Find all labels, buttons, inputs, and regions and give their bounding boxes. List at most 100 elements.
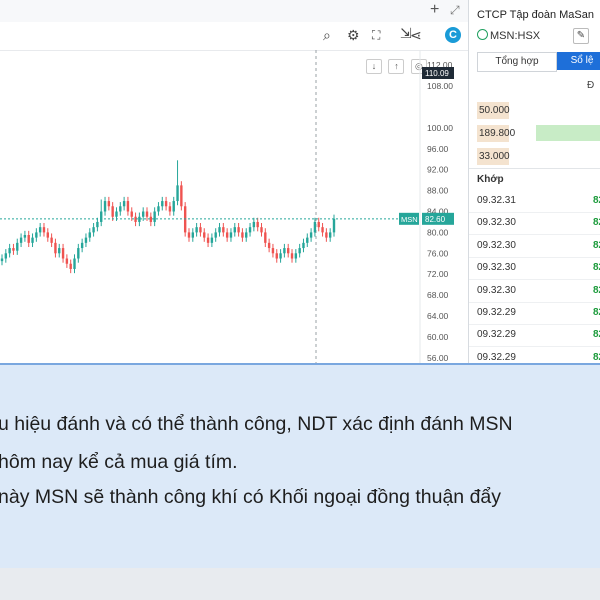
- candle-body: [27, 235, 30, 243]
- caption-band: u hiệu đánh và có thể thành công, NDT xá…: [0, 363, 600, 570]
- y-tick-label: 76.00: [427, 248, 449, 258]
- candle-body: [46, 232, 49, 238]
- ticker-text: MSN:HSX: [490, 30, 541, 42]
- candle-body: [275, 253, 278, 259]
- candle-body: [203, 232, 206, 238]
- candle-body: [294, 253, 298, 259]
- y-tick-label: 56.00: [427, 353, 449, 363]
- candle-body: [77, 248, 80, 259]
- trade-price: 82: [593, 217, 600, 229]
- candle-body: [180, 185, 183, 207]
- expand-icon[interactable]: ⤢: [450, 3, 460, 18]
- candle-body: [260, 227, 263, 233]
- candle-body: [195, 227, 198, 233]
- y-tick-label: 100.00: [427, 123, 453, 133]
- ticker-status-icon: [477, 29, 488, 40]
- candle-body: [141, 211, 145, 217]
- candle-body: [134, 216, 137, 222]
- candle-body: [267, 242, 271, 249]
- fullscreen-icon[interactable]: ⛶: [372, 28, 380, 43]
- candle-body: [321, 227, 324, 233]
- candle-body: [206, 237, 210, 243]
- tab-summary[interactable]: Tổng hợp: [477, 52, 557, 72]
- candle-body: [92, 227, 95, 233]
- candle-body: [4, 253, 8, 259]
- trade-price: 82: [593, 195, 600, 206]
- chart-toolbar: ⌕ ⚙ ⛶ ⇲ ⋖: [0, 22, 468, 51]
- trade-time: 09.32.31: [477, 195, 516, 206]
- candle-body: [65, 258, 69, 264]
- column-header: Đ: [587, 80, 595, 91]
- trade-row: 09.32.30 82: [469, 212, 600, 236]
- trade-price: 82: [593, 351, 600, 363]
- candle-body: [149, 216, 153, 222]
- candle-body: [111, 206, 114, 217]
- trade-price: 82: [593, 307, 600, 318]
- candle-body: [73, 258, 76, 269]
- trade-time: 09.32.30: [477, 284, 516, 296]
- candle-body: [176, 185, 179, 202]
- candle-body: [237, 227, 240, 233]
- candle-body: [157, 206, 160, 212]
- candle-body: [115, 211, 118, 217]
- candle-body: [84, 237, 88, 243]
- candle-body: [23, 235, 27, 238]
- candle-body: [317, 221, 320, 228]
- candle-body: [183, 206, 187, 233]
- candle-body: [19, 237, 23, 243]
- candle-body: [241, 232, 244, 238]
- candle-body: [187, 232, 191, 238]
- candle-body: [199, 227, 202, 233]
- candle-body: [103, 201, 107, 212]
- candle-body: [31, 237, 34, 243]
- y-tick-label: 72.00: [427, 269, 449, 279]
- candle-body: [290, 253, 294, 259]
- add-tab-icon[interactable]: +: [430, 1, 439, 19]
- edit-icon[interactable]: ✎: [573, 28, 589, 44]
- candle-body: [313, 221, 317, 233]
- trade-row: 09.32.30 82: [469, 280, 600, 303]
- candle-body: [96, 221, 99, 228]
- candle-body: [0, 258, 4, 262]
- candle-body: [283, 248, 286, 254]
- price-chart[interactable]: 112.00108.00100.0096.0092.0088.0084.0080…: [0, 50, 468, 363]
- price-tag-label: 82.60: [425, 215, 446, 224]
- y-tick-label: 60.00: [427, 332, 449, 342]
- candle-body: [279, 253, 282, 259]
- candle-body: [69, 263, 72, 269]
- candle-body: [168, 206, 172, 212]
- y-tick-label: 96.00: [427, 144, 449, 154]
- share-icon[interactable]: ⋖: [410, 27, 422, 44]
- candle-body: [252, 221, 256, 228]
- symbol-tag-label: MSN: [401, 215, 418, 224]
- logo-icon[interactable]: C: [445, 27, 461, 43]
- trade-time: 09.32.30: [477, 217, 516, 229]
- candle-body: [119, 206, 122, 212]
- divider: [469, 168, 600, 169]
- candle-body: [328, 232, 332, 238]
- volume-bar: [536, 125, 600, 141]
- panel-tabs: Tổng hợp Sổ lệ: [477, 52, 600, 72]
- y-tick-label: 64.00: [427, 311, 449, 321]
- candle-body: [164, 201, 168, 207]
- candle-body: [332, 218, 336, 233]
- candle-body: [42, 227, 46, 233]
- candle-body: [8, 248, 11, 254]
- candle-body: [222, 227, 225, 233]
- chart-panel: + ⤢ ⌕ ⚙ ⛶ ⇲ ⋖ C ↓ ↑ ◎ 112.00 108.00 100.00…: [0, 0, 469, 363]
- y-tick-label: 68.00: [427, 290, 449, 300]
- trade-price: 82: [593, 262, 600, 274]
- last-price-label: 110.09: [425, 69, 449, 78]
- candle-body: [126, 201, 130, 212]
- trade-price: 82: [593, 284, 600, 296]
- candle-body: [248, 227, 252, 233]
- trade-time: 09.32.30: [477, 239, 516, 251]
- tab-orderbook[interactable]: Sổ lệ: [557, 52, 600, 70]
- candle-body: [225, 232, 229, 238]
- candle-body: [61, 248, 65, 259]
- candle-body: [153, 211, 156, 222]
- trade-time: 09.32.29: [477, 307, 516, 318]
- ticker-label: MSN:HSX: [477, 29, 540, 42]
- search-zoom-icon[interactable]: ⌕: [323, 27, 331, 44]
- gear-icon[interactable]: ⚙: [347, 27, 360, 44]
